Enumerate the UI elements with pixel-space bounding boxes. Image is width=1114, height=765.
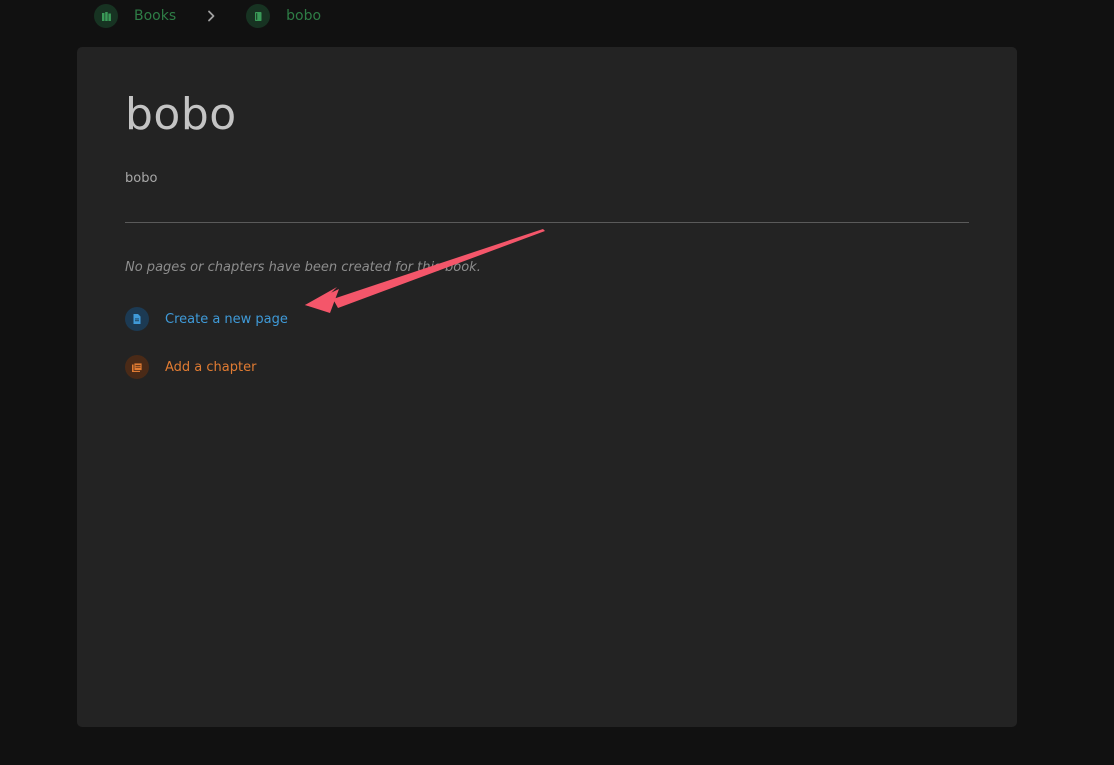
breadcrumb-item-books[interactable]: Books: [94, 4, 176, 28]
breadcrumb-label-book: bobo: [286, 8, 322, 24]
book-icon: [246, 4, 271, 28]
books-icon: [94, 4, 118, 28]
empty-state-message: No pages or chapters have been created f…: [125, 260, 481, 275]
chapter-icon: [125, 355, 149, 379]
page-icon: [125, 307, 149, 331]
breadcrumb-item-book[interactable]: bobo: [246, 4, 321, 28]
add-chapter-link[interactable]: Add a chapter: [125, 355, 256, 379]
add-chapter-label: Add a chapter: [165, 359, 257, 375]
book-description: bobo: [125, 171, 158, 186]
breadcrumb-label-books: Books: [134, 8, 177, 24]
create-page-label: Create a new page: [165, 311, 288, 327]
book-content-card: bobo bobo No pages or chapters have been…: [77, 47, 1017, 727]
chevron-right-icon: [176, 10, 246, 22]
breadcrumb: Books bobo: [94, 4, 321, 28]
book-title: bobo: [125, 89, 237, 140]
create-page-link[interactable]: Create a new page: [125, 307, 288, 331]
divider: [125, 222, 969, 223]
